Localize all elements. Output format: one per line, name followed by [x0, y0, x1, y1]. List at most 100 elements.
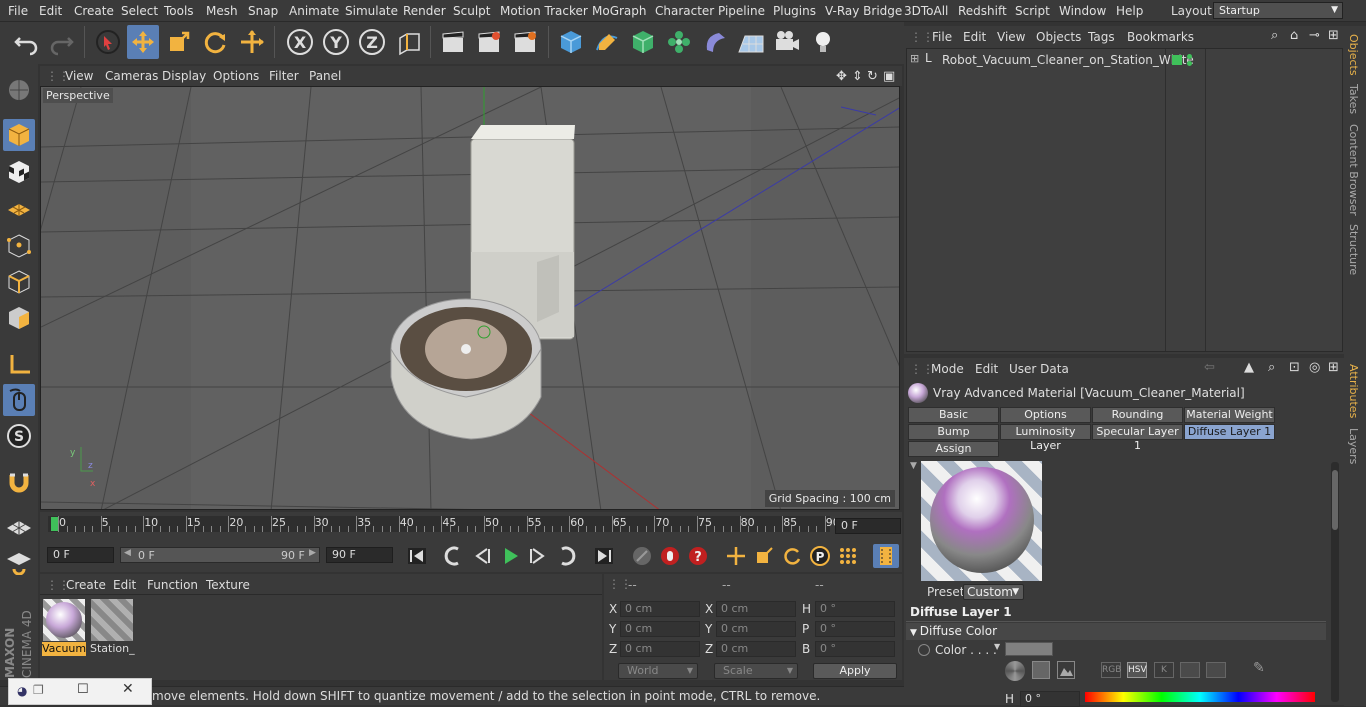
chevron-down-icon[interactable]: ▼: [994, 642, 1000, 651]
menu-3dtoall[interactable]: 3DToAll: [904, 4, 948, 18]
animate-param-icon[interactable]: [918, 644, 930, 656]
make-editable-button[interactable]: [3, 74, 35, 106]
workplane-mode-button[interactable]: [3, 193, 35, 225]
material-menu-texture[interactable]: Texture: [206, 578, 250, 592]
material-swatch-station[interactable]: Station_: [90, 599, 135, 656]
attr-scrollbar[interactable]: [1331, 462, 1339, 702]
tab-diffuse-layer-1[interactable]: Diffuse Layer 1: [1184, 424, 1275, 440]
record-keys-button[interactable]: [657, 544, 683, 568]
subsection-diffuse-color[interactable]: ▼ Diffuse Color: [906, 623, 1326, 640]
coord-pos-z-field[interactable]: 0 cm: [620, 641, 700, 657]
mixer-mode-icon[interactable]: [1180, 662, 1200, 678]
menu-simulate[interactable]: Simulate: [345, 4, 398, 18]
points-mode-button[interactable]: [3, 230, 35, 262]
attr-menu-mode[interactable]: Mode: [931, 362, 964, 376]
scale-tool-button[interactable]: [163, 25, 195, 59]
y-axis-lock-button[interactable]: Y: [320, 25, 352, 59]
tab-rounding[interactable]: Rounding: [1092, 407, 1183, 423]
timeline-window-button[interactable]: [873, 544, 899, 568]
start-frame-field[interactable]: 0 F: [47, 547, 114, 563]
render-region-button[interactable]: [473, 25, 505, 59]
side-tab-content-browser[interactable]: Content Browser: [1347, 124, 1360, 216]
collapse-arrow-icon[interactable]: ▼: [910, 461, 917, 471]
restore-icon[interactable]: ❐: [33, 683, 44, 697]
viewport-dolly-icon[interactable]: ⇕: [852, 69, 863, 84]
menu-character[interactable]: Character: [655, 4, 714, 18]
layout-select[interactable]: Startup ▼: [1213, 2, 1343, 19]
move-tool-button[interactable]: [127, 25, 159, 59]
menu-mograph[interactable]: MoGraph: [592, 4, 647, 18]
axis-mode-button[interactable]: [3, 349, 35, 381]
color-swatch[interactable]: [1005, 642, 1053, 656]
timeline-ruler[interactable]: 0 5 10 15 20 25 30 35 40 45 50 55 60 65 70 75 80 85 90: [48, 516, 840, 532]
texture-mode-button[interactable]: [3, 156, 35, 188]
edges-mode-button[interactable]: [3, 266, 35, 298]
solo-button[interactable]: S: [3, 420, 35, 452]
menu-mesh[interactable]: Mesh: [206, 4, 238, 18]
attr-menu-edit[interactable]: Edit: [975, 362, 998, 376]
add-environment-button[interactable]: [735, 25, 767, 59]
tab-basic[interactable]: Basic: [908, 407, 999, 423]
target-icon[interactable]: ◎: [1309, 360, 1320, 375]
object-row[interactable]: ⊞ L Robot_Vacuum_Cleaner_on_Station_Whit…: [907, 51, 1194, 69]
coord-rot-h-field[interactable]: 0 °: [815, 601, 895, 617]
search-icon[interactable]: ⌕: [1268, 360, 1275, 375]
tweak-mode-button[interactable]: [3, 384, 35, 416]
menu-select[interactable]: Select: [121, 4, 158, 18]
menu-create[interactable]: Create: [74, 4, 114, 18]
coordinate-system-button[interactable]: [393, 25, 425, 59]
polygons-mode-button[interactable]: [3, 302, 35, 334]
layer-color-icon[interactable]: [1172, 55, 1182, 65]
side-tab-attributes[interactable]: Attributes: [1347, 364, 1360, 418]
redo-button[interactable]: [46, 25, 78, 59]
key-scale-button[interactable]: [751, 544, 777, 568]
tab-material-weight[interactable]: Material Weight: [1184, 407, 1275, 423]
next-key-button[interactable]: [553, 544, 579, 568]
coord-rot-p-field[interactable]: 0 °: [815, 621, 895, 637]
viewport-rotate-icon[interactable]: ↻: [867, 69, 878, 84]
frame-range-slider[interactable]: ◀ 0 F 90 F ▶: [120, 547, 320, 563]
side-tab-layers[interactable]: Layers: [1347, 428, 1360, 464]
x-axis-lock-button[interactable]: X: [284, 25, 316, 59]
objects-menu-file[interactable]: File: [932, 30, 952, 44]
add-mograph-button[interactable]: [663, 25, 695, 59]
viewport-menu-panel[interactable]: Panel: [309, 69, 341, 83]
motion-record-button[interactable]: [629, 544, 655, 568]
coord-mode-select[interactable]: Scale ▼: [714, 663, 798, 679]
material-swatch-vacuum[interactable]: Vacuum: [42, 599, 86, 656]
current-frame-field[interactable]: 0 F: [835, 518, 901, 534]
objects-menu-objects[interactable]: Objects: [1036, 30, 1081, 44]
viewport-menu-display[interactable]: Display: [162, 69, 206, 83]
key-rotation-button[interactable]: [779, 544, 805, 568]
menu-pipeline[interactable]: Pipeline: [718, 4, 765, 18]
material-menu-create[interactable]: Create: [66, 578, 106, 592]
add-light-button[interactable]: [807, 25, 839, 59]
hsv-mode-button[interactable]: HSV: [1127, 662, 1147, 678]
objects-menu-bookmarks[interactable]: Bookmarks: [1127, 30, 1194, 44]
viewport-menu-options[interactable]: Options: [213, 69, 259, 83]
transform-tool-button[interactable]: [236, 25, 268, 59]
menu-edit[interactable]: Edit: [39, 4, 62, 18]
close-icon[interactable]: ✕: [122, 681, 134, 697]
menu-script[interactable]: Script: [1015, 4, 1050, 18]
eyedropper-icon[interactable]: ✎: [1253, 660, 1265, 676]
autokey-button[interactable]: ?: [685, 544, 711, 568]
add-camera-button[interactable]: [771, 25, 803, 59]
next-frame-button[interactable]: [525, 544, 551, 568]
viewport-menu-view[interactable]: View: [65, 69, 93, 83]
home-icon[interactable]: ⌂: [1290, 28, 1298, 43]
go-to-end-button[interactable]: [591, 544, 617, 568]
objects-menu-view[interactable]: View: [997, 30, 1025, 44]
viewport-pan-icon[interactable]: ✥: [836, 69, 847, 84]
menu-tools[interactable]: Tools: [164, 4, 194, 18]
previous-key-button[interactable]: [441, 544, 467, 568]
coord-rot-b-field[interactable]: 0 °: [815, 641, 895, 657]
3d-viewport[interactable]: Perspective y z x Grid Spacing : 100 cm: [40, 86, 900, 510]
key-position-button[interactable]: [723, 544, 749, 568]
color-wheel-icon[interactable]: [1005, 661, 1025, 681]
tab-options[interactable]: Options: [1000, 407, 1091, 423]
coord-space-select[interactable]: World ▼: [618, 663, 698, 679]
viewport-maximize-icon[interactable]: ▣: [883, 69, 895, 84]
preset-select[interactable]: Custom ▼: [963, 584, 1024, 600]
rgb-mode-button[interactable]: RGB: [1101, 662, 1121, 678]
